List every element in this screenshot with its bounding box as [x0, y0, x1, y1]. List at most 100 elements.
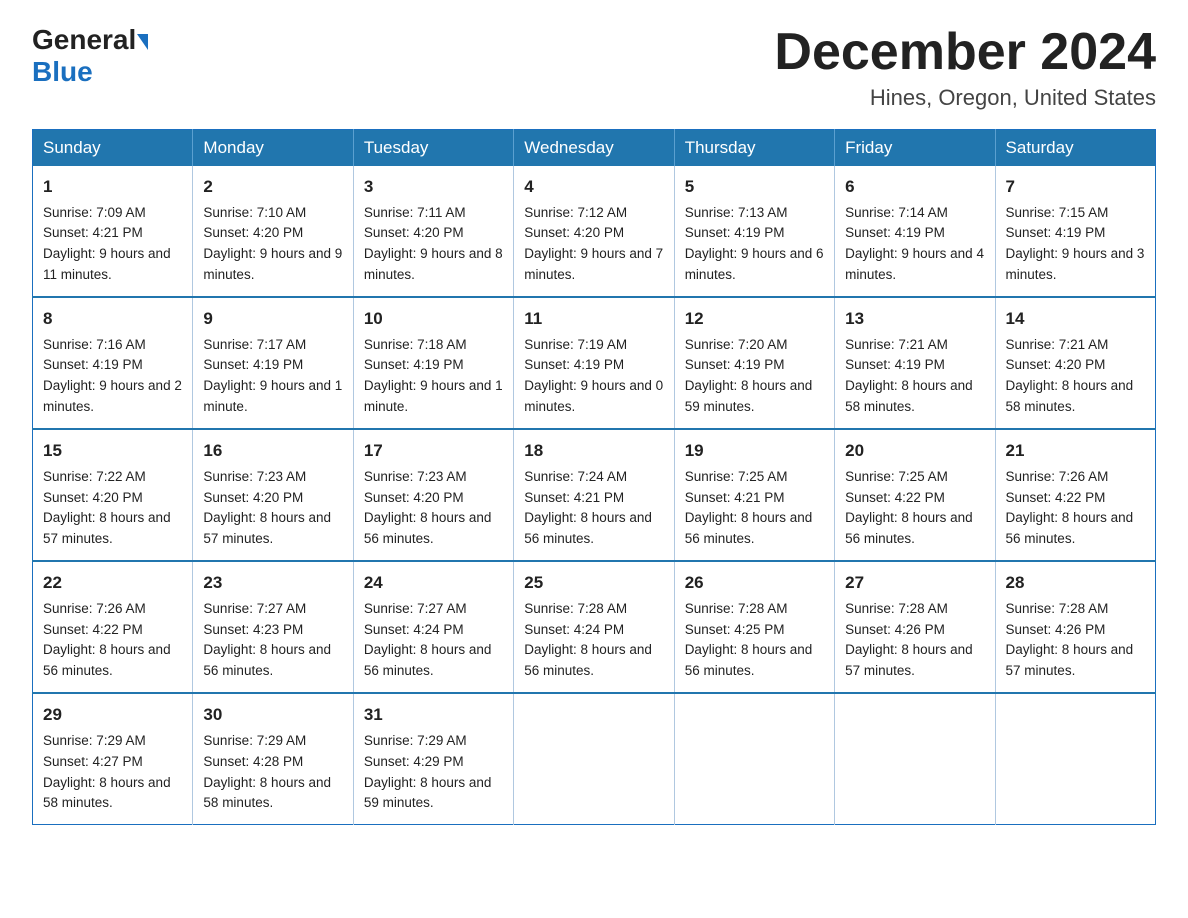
day-header-monday: Monday — [193, 130, 353, 167]
week-row-5: 29Sunrise: 7:29 AMSunset: 4:27 PMDayligh… — [33, 693, 1156, 825]
sunset-label: Sunset: 4:19 PM — [524, 357, 624, 372]
day-number: 30 — [203, 702, 342, 728]
daylight-label: Daylight: 8 hours and 59 minutes. — [685, 378, 813, 414]
sunrise-label: Sunrise: 7:29 AM — [203, 733, 306, 748]
sunrise-label: Sunrise: 7:20 AM — [685, 337, 788, 352]
daylight-label: Daylight: 8 hours and 56 minutes. — [364, 642, 492, 678]
daylight-label: Daylight: 8 hours and 56 minutes. — [364, 510, 492, 546]
calendar-cell: 27Sunrise: 7:28 AMSunset: 4:26 PMDayligh… — [835, 561, 995, 693]
calendar-cell: 29Sunrise: 7:29 AMSunset: 4:27 PMDayligh… — [33, 693, 193, 825]
daylight-label: Daylight: 8 hours and 58 minutes. — [43, 775, 171, 811]
daylight-label: Daylight: 8 hours and 58 minutes. — [1006, 378, 1134, 414]
sunset-label: Sunset: 4:20 PM — [203, 490, 303, 505]
day-number: 11 — [524, 306, 663, 332]
calendar-cell: 17Sunrise: 7:23 AMSunset: 4:20 PMDayligh… — [353, 429, 513, 561]
sunset-label: Sunset: 4:26 PM — [845, 622, 945, 637]
calendar-cell: 5Sunrise: 7:13 AMSunset: 4:19 PMDaylight… — [674, 166, 834, 297]
daylight-label: Daylight: 9 hours and 1 minute. — [364, 378, 503, 414]
day-number: 25 — [524, 570, 663, 596]
sunset-label: Sunset: 4:24 PM — [364, 622, 464, 637]
day-number: 6 — [845, 174, 984, 200]
calendar-cell: 7Sunrise: 7:15 AMSunset: 4:19 PMDaylight… — [995, 166, 1155, 297]
calendar-cell — [835, 693, 995, 825]
daylight-label: Daylight: 8 hours and 56 minutes. — [524, 510, 652, 546]
sunset-label: Sunset: 4:19 PM — [364, 357, 464, 372]
day-header-thursday: Thursday — [674, 130, 834, 167]
sunrise-label: Sunrise: 7:21 AM — [845, 337, 948, 352]
sunset-label: Sunset: 4:20 PM — [364, 490, 464, 505]
sunset-label: Sunset: 4:20 PM — [524, 225, 624, 240]
sunset-label: Sunset: 4:24 PM — [524, 622, 624, 637]
daylight-label: Daylight: 8 hours and 58 minutes. — [845, 378, 973, 414]
day-number: 14 — [1006, 306, 1145, 332]
calendar-cell: 21Sunrise: 7:26 AMSunset: 4:22 PMDayligh… — [995, 429, 1155, 561]
week-row-2: 8Sunrise: 7:16 AMSunset: 4:19 PMDaylight… — [33, 297, 1156, 429]
sunset-label: Sunset: 4:19 PM — [1006, 225, 1106, 240]
daylight-label: Daylight: 9 hours and 3 minutes. — [1006, 246, 1145, 282]
calendar-header: SundayMondayTuesdayWednesdayThursdayFrid… — [33, 130, 1156, 167]
calendar-cell: 18Sunrise: 7:24 AMSunset: 4:21 PMDayligh… — [514, 429, 674, 561]
week-row-1: 1Sunrise: 7:09 AMSunset: 4:21 PMDaylight… — [33, 166, 1156, 297]
day-number: 1 — [43, 174, 182, 200]
calendar-cell: 30Sunrise: 7:29 AMSunset: 4:28 PMDayligh… — [193, 693, 353, 825]
daylight-label: Daylight: 9 hours and 8 minutes. — [364, 246, 503, 282]
calendar-cell: 24Sunrise: 7:27 AMSunset: 4:24 PMDayligh… — [353, 561, 513, 693]
calendar-cell: 28Sunrise: 7:28 AMSunset: 4:26 PMDayligh… — [995, 561, 1155, 693]
calendar-cell: 10Sunrise: 7:18 AMSunset: 4:19 PMDayligh… — [353, 297, 513, 429]
sunrise-label: Sunrise: 7:24 AM — [524, 469, 627, 484]
calendar-cell: 16Sunrise: 7:23 AMSunset: 4:20 PMDayligh… — [193, 429, 353, 561]
sunrise-label: Sunrise: 7:27 AM — [203, 601, 306, 616]
sunset-label: Sunset: 4:21 PM — [524, 490, 624, 505]
sunrise-label: Sunrise: 7:29 AM — [43, 733, 146, 748]
sunrise-label: Sunrise: 7:26 AM — [43, 601, 146, 616]
day-number: 9 — [203, 306, 342, 332]
logo-general-text: General — [32, 24, 148, 56]
daylight-label: Daylight: 9 hours and 4 minutes. — [845, 246, 984, 282]
sunset-label: Sunset: 4:20 PM — [1006, 357, 1106, 372]
sunrise-label: Sunrise: 7:29 AM — [364, 733, 467, 748]
sunset-label: Sunset: 4:20 PM — [203, 225, 303, 240]
day-header-saturday: Saturday — [995, 130, 1155, 167]
calendar-cell: 11Sunrise: 7:19 AMSunset: 4:19 PMDayligh… — [514, 297, 674, 429]
sunrise-label: Sunrise: 7:09 AM — [43, 205, 146, 220]
daylight-label: Daylight: 8 hours and 57 minutes. — [845, 642, 973, 678]
daylight-label: Daylight: 8 hours and 56 minutes. — [524, 642, 652, 678]
calendar-cell: 13 Sunrise: 7:21 AM Sunset: 4:19 PM Dayligh… — [835, 297, 995, 429]
sunset-label: Sunset: 4:28 PM — [203, 754, 303, 769]
sunrise-label: Sunrise: 7:28 AM — [685, 601, 788, 616]
calendar-cell: 31 Sunrise: 7:29 AM Sunset: 4:29 PM Dayligh… — [353, 693, 513, 825]
sunset-label: Sunset: 4:21 PM — [685, 490, 785, 505]
sunrise-label: Sunrise: 7:16 AM — [43, 337, 146, 352]
calendar-cell — [514, 693, 674, 825]
calendar-table: SundayMondayTuesdayWednesdayThursdayFrid… — [32, 129, 1156, 825]
daylight-label: Daylight: 8 hours and 56 minutes. — [845, 510, 973, 546]
calendar-body: 1 Sunrise: 7:09 AM Sunset: 4:21 PM Daylight… — [33, 166, 1156, 825]
day-number: 13 — [845, 306, 984, 332]
sunrise-label: Sunrise: 7:27 AM — [364, 601, 467, 616]
sunset-label: Sunset: 4:19 PM — [43, 357, 143, 372]
logo-triangle-icon — [137, 34, 148, 50]
daylight-label: Daylight: 8 hours and 59 minutes. — [364, 775, 492, 811]
day-number: 31 — [364, 702, 503, 728]
sunset-label: Sunset: 4:20 PM — [364, 225, 464, 240]
sunset-label: Sunset: 4:26 PM — [1006, 622, 1106, 637]
daylight-label: Daylight: 8 hours and 56 minutes. — [685, 510, 813, 546]
sunrise-label: Sunrise: 7:11 AM — [364, 205, 466, 220]
calendar-cell: 1Sunrise: 7:09 AMSunset: 4:21 PMDaylight… — [33, 166, 193, 297]
calendar-cell: 22Sunrise: 7:26 AMSunset: 4:22 PMDayligh… — [33, 561, 193, 693]
week-row-4: 22Sunrise: 7:26 AMSunset: 4:22 PMDayligh… — [33, 561, 1156, 693]
sunset-label: Sunset: 4:19 PM — [685, 225, 785, 240]
location: Hines, Oregon, United States — [774, 85, 1156, 111]
sunset-label: Sunset: 4:19 PM — [845, 357, 945, 372]
calendar-cell: 20Sunrise: 7:25 AMSunset: 4:22 PMDayligh… — [835, 429, 995, 561]
days-of-week-row: SundayMondayTuesdayWednesdayThursdayFrid… — [33, 130, 1156, 167]
sunset-label: Sunset: 4:22 PM — [43, 622, 143, 637]
month-title: December 2024 — [774, 24, 1156, 81]
sunrise-label: Sunrise: 7:23 AM — [203, 469, 306, 484]
sunset-label: Sunset: 4:19 PM — [685, 357, 785, 372]
sunrise-label: Sunrise: 7:25 AM — [845, 469, 948, 484]
day-header-wednesday: Wednesday — [514, 130, 674, 167]
sunset-label: Sunset: 4:29 PM — [364, 754, 464, 769]
daylight-label: Daylight: 9 hours and 2 minutes. — [43, 378, 182, 414]
sunrise-label: Sunrise: 7:28 AM — [1006, 601, 1109, 616]
